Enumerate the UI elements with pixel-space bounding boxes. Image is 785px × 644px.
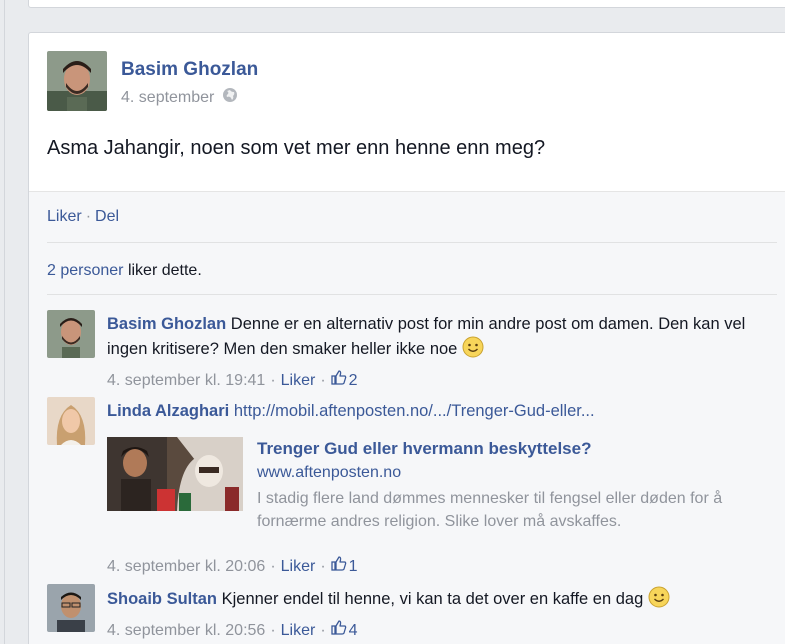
comment-like-button[interactable]: Liker [281, 619, 316, 643]
link-preview-title[interactable]: Trenger Gud eller hvermann beskyttelse? [257, 437, 591, 461]
like-button[interactable]: Liker [47, 208, 82, 225]
comment-meta: 4. september kl. 19:41 · Liker · 2 [107, 369, 785, 393]
comment-meta: 4. september kl. 20:06 · Liker · 1 [107, 555, 785, 579]
commenter-name-link[interactable]: Basim Ghozlan [107, 315, 226, 333]
comment-timestamp[interactable]: 4. september kl. 20:56 [107, 619, 265, 643]
comment-timestamp[interactable]: 4. september kl. 20:06 [107, 555, 265, 579]
post-feedback-area: Liker · Del 2 personer liker dette. Basim … [29, 191, 785, 644]
globe-icon[interactable] [222, 87, 238, 108]
meta-separator: · [320, 622, 326, 639]
link-preview-url[interactable]: www.aftenposten.no [257, 461, 401, 485]
likers-link[interactable]: 2 personer [47, 262, 124, 279]
divider [47, 242, 777, 243]
smiley-emoji-icon [648, 586, 670, 615]
comment-like-count[interactable]: 4 [331, 619, 358, 643]
commenter-name-link[interactable]: Shoaib Sultan [107, 590, 217, 608]
comment-url-link[interactable]: http://mobil.aftenposten.no/.../Trenger-… [234, 402, 595, 420]
commenter-avatar[interactable] [47, 397, 95, 445]
page-left-border [4, 0, 5, 644]
previous-post-card [28, 0, 785, 8]
meta-separator: · [270, 558, 276, 575]
comment-text: Kjenner endel til henne, vi kan ta det o… [221, 590, 644, 608]
author-avatar[interactable] [47, 51, 107, 111]
comment-like-count[interactable]: 2 [331, 369, 358, 393]
meta-separator: · [320, 558, 326, 575]
link-preview[interactable]: Trenger Gud eller hvermann beskyttelse? … [107, 431, 785, 541]
post-text: Asma Jahangir, noen som vet mer enn henn… [47, 137, 546, 159]
like-count-value: 1 [348, 558, 358, 575]
thumbs-up-icon [331, 619, 347, 643]
thumbs-up-icon [331, 555, 347, 579]
link-preview-description: I stadig flere land dømmes mennesker til… [257, 490, 723, 530]
meta-separator: · [270, 622, 276, 639]
commenter-name-link[interactable]: Linda Alzaghari [107, 402, 229, 420]
likes-summary: 2 personer liker dette. [47, 262, 202, 280]
thumbs-up-icon [331, 369, 347, 393]
commenter-avatar[interactable] [47, 584, 95, 632]
likes-suffix: liker dette. [123, 262, 202, 279]
commenter-avatar[interactable] [47, 310, 95, 358]
action-separator: · [85, 208, 92, 225]
meta-separator: · [320, 372, 326, 389]
comment-like-count[interactable]: 1 [331, 555, 358, 579]
share-button[interactable]: Del [95, 208, 119, 225]
comment-content: Basim Ghozlan Denne er en alternativ pos… [107, 312, 785, 365]
post-actions: Liker · Del [47, 208, 119, 226]
comment-content: Shoaib Sultan Kjenner endel til henne, v… [107, 586, 785, 615]
post-card: Basim Ghozlan 4. september Asma Jahangir… [28, 32, 785, 644]
comment-like-button[interactable]: Liker [281, 369, 316, 393]
comment-content: Linda Alzaghari http://mobil.aftenposten… [107, 399, 785, 423]
meta-separator: · [270, 372, 276, 389]
divider [47, 294, 777, 295]
link-preview-image[interactable] [107, 437, 243, 511]
comment-timestamp[interactable]: 4. september kl. 19:41 [107, 369, 265, 393]
comment-like-button[interactable]: Liker [281, 555, 316, 579]
like-count-value: 4 [348, 622, 358, 639]
smiley-emoji-icon [462, 336, 484, 365]
like-count-value: 2 [348, 372, 358, 389]
post-author-link[interactable]: Basim Ghozlan [121, 59, 258, 81]
post-timestamp: 4. september [121, 87, 238, 108]
comment-meta: 4. september kl. 20:56 · Liker · 4 [107, 619, 785, 643]
post-date-link[interactable]: 4. september [121, 89, 214, 107]
